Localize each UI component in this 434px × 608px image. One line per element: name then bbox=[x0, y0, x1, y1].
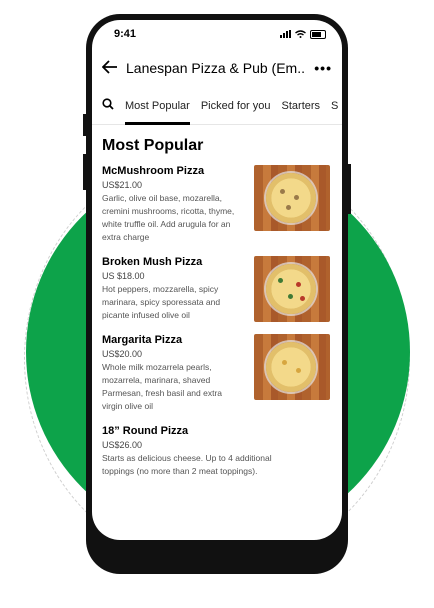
item-name: 18” Round Pizza bbox=[102, 425, 189, 437]
menu-item[interactable]: 18” Round Pizza US$26.00 Starts as delic… bbox=[92, 425, 342, 478]
app-screen: 9:41 Lanespan Pizza & Pub (Em... ••• Mos… bbox=[92, 20, 342, 540]
status-bar: 9:41 bbox=[92, 20, 342, 48]
search-icon[interactable] bbox=[102, 97, 114, 115]
wifi-icon bbox=[295, 30, 306, 38]
tab-more[interactable]: S bbox=[331, 88, 338, 124]
phone-power-button bbox=[347, 164, 351, 214]
item-description: Garlic, olive oil base, mozarella, cremi… bbox=[102, 193, 235, 242]
item-name: Broken Mush Pizza bbox=[102, 256, 203, 268]
item-description: Hot peppers, mozzarella, spicy marinara,… bbox=[102, 284, 221, 320]
category-tabs: Most Popular Picked for you Starters S bbox=[92, 88, 342, 125]
item-price: US$21.00 bbox=[102, 180, 143, 190]
item-price: US$20.00 bbox=[102, 349, 143, 359]
signal-icon bbox=[280, 30, 291, 38]
back-arrow-icon[interactable] bbox=[101, 59, 118, 77]
phone-side-button bbox=[83, 114, 87, 136]
item-name: McMushroom Pizza bbox=[102, 165, 205, 177]
item-price: US$26.00 bbox=[102, 440, 143, 450]
more-options-icon[interactable]: ••• bbox=[314, 60, 332, 76]
battery-icon bbox=[310, 29, 326, 39]
item-description: Whole milk mozarrela pearls, mozarrela, … bbox=[102, 362, 223, 411]
menu-item[interactable]: Margarita Pizza US$20.00 Whole milk moza… bbox=[92, 334, 342, 413]
store-header: Lanespan Pizza & Pub (Em... ••• bbox=[92, 48, 342, 88]
store-title: Lanespan Pizza & Pub (Em... bbox=[126, 60, 307, 76]
pizza-image bbox=[254, 256, 330, 322]
pizza-image bbox=[254, 334, 330, 400]
status-time: 9:41 bbox=[114, 28, 137, 40]
item-description: Starts as delicious cheese. Up to 4 addi… bbox=[102, 453, 272, 476]
item-name: Margarita Pizza bbox=[102, 334, 183, 346]
status-icons bbox=[280, 29, 326, 39]
menu-item[interactable]: McMushroom Pizza US$21.00 Garlic, olive … bbox=[92, 165, 342, 244]
phone-volume-button bbox=[83, 154, 87, 190]
pizza-image bbox=[254, 165, 330, 231]
phone-frame: 9:41 Lanespan Pizza & Pub (Em... ••• Mos… bbox=[83, 14, 351, 574]
tab-picked-for-you[interactable]: Picked for you bbox=[201, 88, 271, 124]
section-title: Most Popular bbox=[102, 137, 204, 154]
menu-item[interactable]: Broken Mush Pizza US $18.00 Hot peppers,… bbox=[92, 256, 342, 322]
tab-starters[interactable]: Starters bbox=[282, 88, 321, 124]
tab-most-popular[interactable]: Most Popular bbox=[125, 88, 190, 125]
item-price: US $18.00 bbox=[102, 271, 145, 281]
